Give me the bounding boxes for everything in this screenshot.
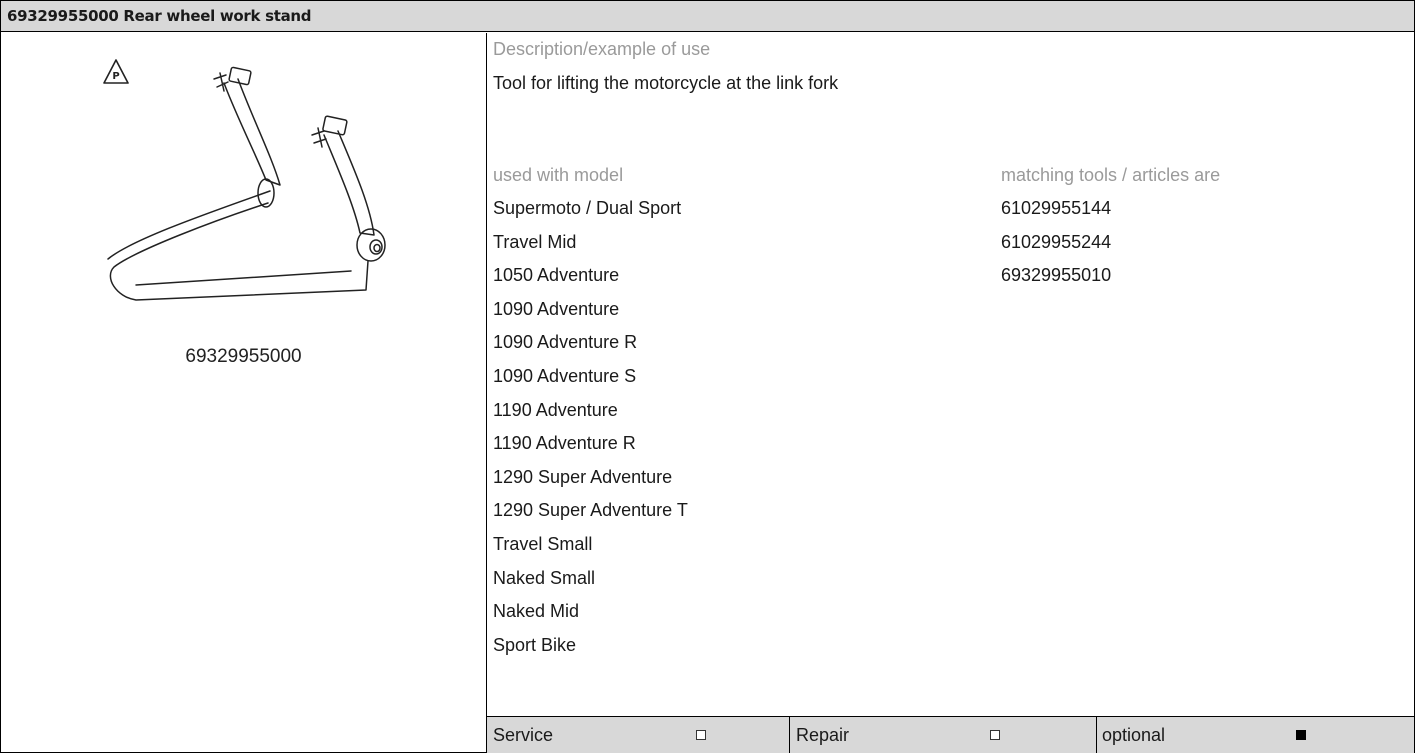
model-item: 1190 Adventure bbox=[493, 399, 618, 420]
page-title: 69329955000 Rear wheel work stand bbox=[1, 1, 1414, 32]
repair-checkbox[interactable] bbox=[990, 730, 1000, 740]
divider bbox=[1096, 717, 1097, 753]
rear-wheel-work-stand-drawing: P bbox=[103, 59, 386, 301]
model-item: 1090 Adventure bbox=[493, 298, 620, 319]
models-label: used with model bbox=[493, 165, 624, 185]
description-text: Tool for lifting the motorcycle at the l… bbox=[493, 73, 839, 93]
tool-sheet: 69329955000 Rear wheel work stand P 6932… bbox=[0, 0, 1415, 753]
service-label: Service bbox=[493, 725, 554, 745]
model-item: Naked Mid bbox=[493, 601, 580, 622]
model-item: 1290 Super Adventure bbox=[493, 466, 673, 487]
model-item: 1050 Adventure bbox=[493, 265, 620, 286]
model-item: 1090 Adventure S bbox=[493, 365, 637, 386]
divider bbox=[789, 717, 790, 753]
usage-footer: Service Repair optional bbox=[487, 716, 1414, 753]
matching-item: 61029955144 bbox=[1001, 198, 1112, 218]
model-item: Supermoto / Dual Sport bbox=[493, 198, 682, 218]
model-item: Sport Bike bbox=[493, 634, 577, 655]
matching-label: matching tools / articles are bbox=[1001, 165, 1221, 185]
matching-item: 61029955244 bbox=[1001, 231, 1112, 252]
matching-list: 61029955144 61029955244 69329955010 bbox=[1001, 192, 1111, 293]
details-panel: Description/example of use Tool for lift… bbox=[487, 33, 1414, 753]
service-checkbox[interactable] bbox=[696, 730, 706, 740]
model-item: 1290 Super Adventure T bbox=[493, 500, 688, 521]
matching-item: 69329955010 bbox=[1001, 265, 1112, 286]
models-list: Supermoto / Dual Sport Travel Mid 1050 A… bbox=[493, 192, 688, 662]
repair-label: Repair bbox=[796, 725, 850, 745]
description-label: Description/example of use bbox=[493, 39, 711, 59]
tool-image-panel: P 69329955000 bbox=[1, 33, 487, 752]
model-item: 1190 Adventure R bbox=[493, 433, 636, 454]
optional-checkbox[interactable] bbox=[1296, 730, 1306, 740]
tool-number: 69329955000 bbox=[185, 346, 302, 367]
warning-letter: P bbox=[112, 71, 119, 82]
p-warning-triangle-icon: P bbox=[103, 59, 129, 84]
model-item: Travel Mid bbox=[493, 231, 577, 252]
model-item: Naked Small bbox=[493, 567, 596, 588]
model-item: 1090 Adventure R bbox=[493, 332, 638, 353]
model-item: Travel Small bbox=[493, 533, 593, 554]
optional-label: optional bbox=[1102, 725, 1166, 745]
